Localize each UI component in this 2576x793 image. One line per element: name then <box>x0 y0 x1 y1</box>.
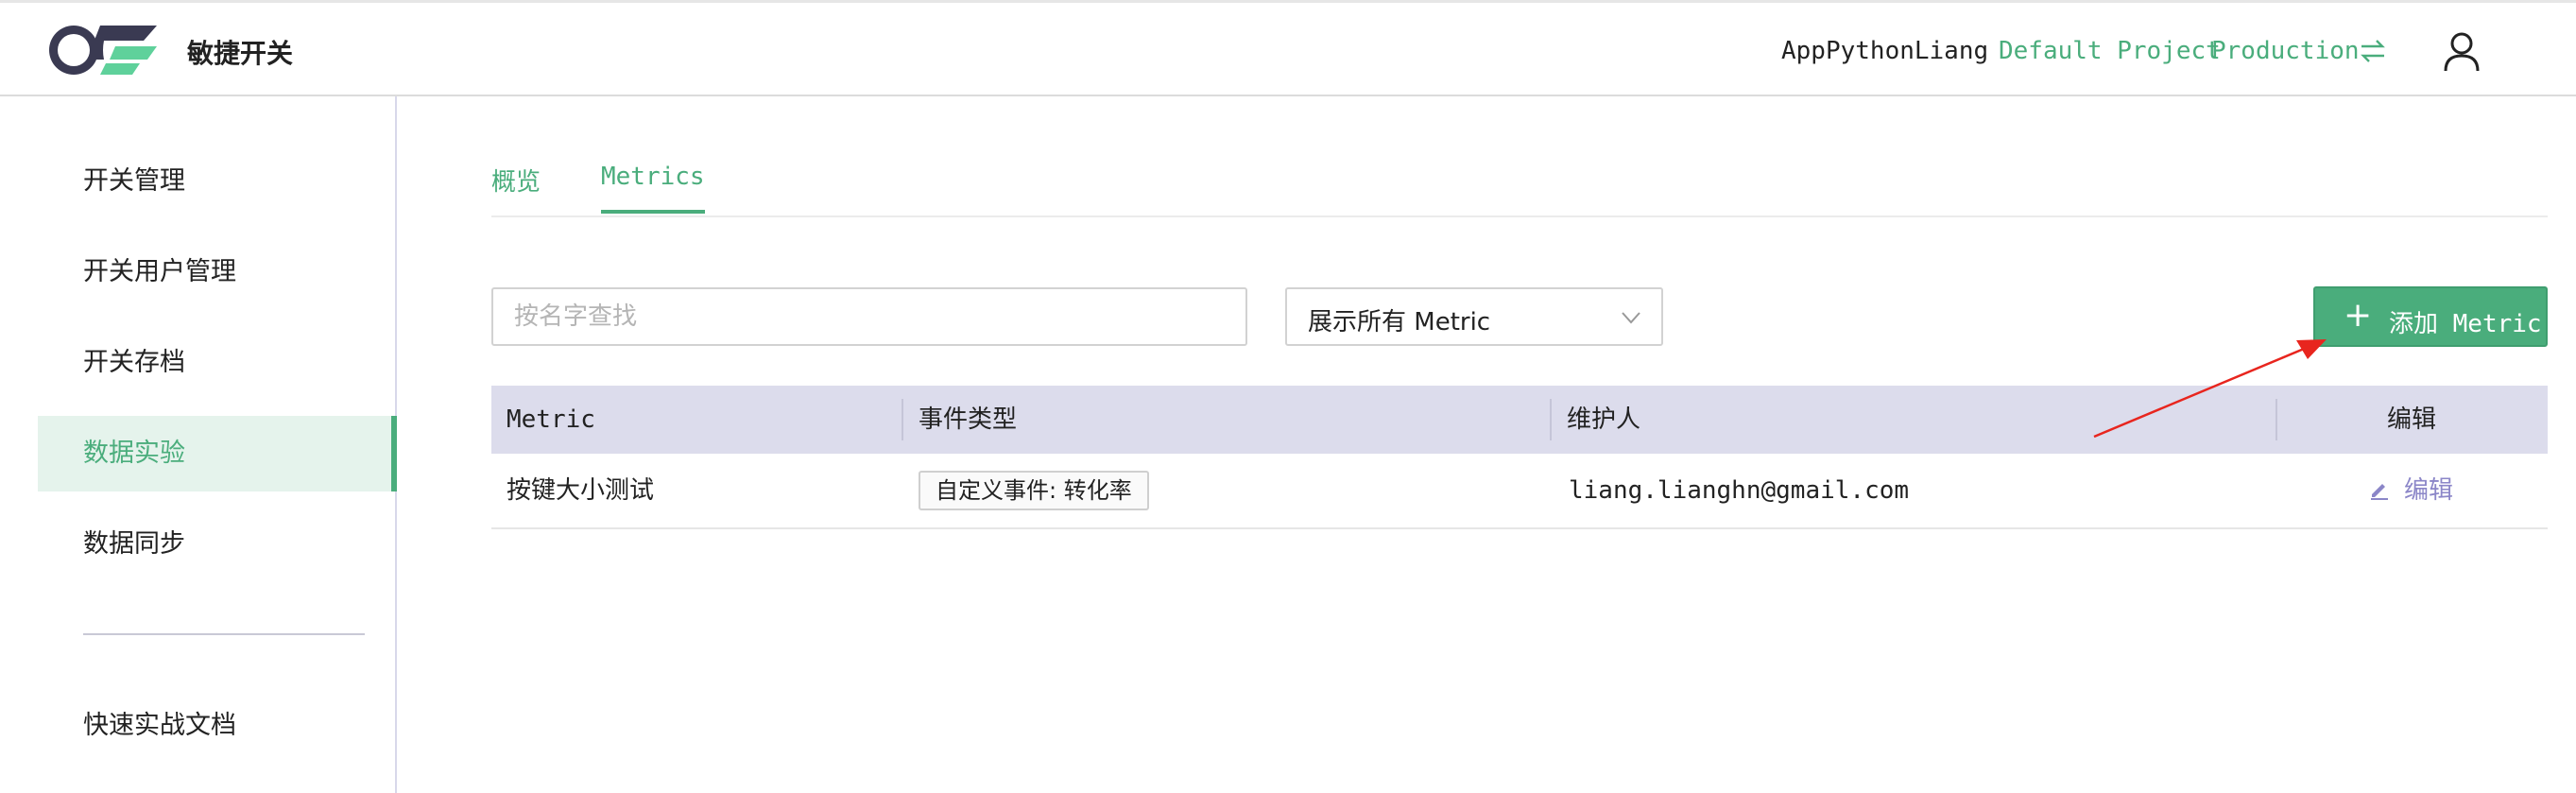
select-value: 展示所有 Metric <box>1308 308 1491 336</box>
brand-name: 敏捷开关 <box>187 38 294 69</box>
annotation-arrow-icon <box>2093 339 2327 439</box>
page: 敏捷开关 AppPythonLiang Default Project Prod… <box>0 0 2576 793</box>
column-separator <box>1550 399 1552 440</box>
top-header: 敏捷开关 AppPythonLiang Default Project Prod… <box>0 0 2576 96</box>
sidebar-item-switch-user-management[interactable]: 开关用户管理 <box>38 234 397 310</box>
sidebar-divider <box>83 633 365 635</box>
environment-selector[interactable]: Production <box>2211 37 2360 65</box>
search-input[interactable] <box>491 287 1247 346</box>
tab-metrics[interactable]: Metrics <box>601 163 705 214</box>
table-row: 按键大小测试 自定义事件: 转化率 liang.lianghn@gmail.co… <box>491 454 2548 529</box>
project-selector[interactable]: Default Project <box>1999 37 2221 65</box>
sidebar-item-data-experiment[interactable]: 数据实验 <box>38 416 397 491</box>
pencil-icon <box>2371 484 2388 500</box>
edit-button[interactable]: 编辑 <box>2368 454 2453 527</box>
event-type-tag: 自定义事件: 转化率 <box>919 471 1149 510</box>
sidebar-item-switch-archive[interactable]: 开关存档 <box>38 325 397 401</box>
user-icon[interactable] <box>2443 31 2481 73</box>
sidebar-item-data-sync[interactable]: 数据同步 <box>38 507 397 582</box>
tab-bar: 概览 Metrics <box>491 142 2548 217</box>
column-header-maintainer: 维护人 <box>1567 405 1641 434</box>
sidebar: 开关管理 开关用户管理 开关存档 数据实验 数据同步 快速实战文档 <box>0 96 397 793</box>
logo-icon[interactable] <box>45 22 166 78</box>
tab-overview[interactable]: 概览 <box>491 163 541 216</box>
chevron-down-icon <box>1622 312 1640 324</box>
column-header-event-type: 事件类型 <box>919 405 1018 434</box>
metric-filter-select[interactable]: 展示所有 Metric <box>1285 287 1663 346</box>
column-header-edit: 编辑 <box>2387 405 2437 434</box>
maintainer-email: liang.lianghn@gmail.com <box>1569 476 1910 505</box>
metric-name: 按键大小测试 <box>507 476 655 505</box>
edit-label: 编辑 <box>2404 476 2454 505</box>
plus-icon: + <box>2344 296 2373 335</box>
swap-arrows-icon[interactable] <box>2359 37 2387 65</box>
add-metric-button[interactable]: + 添加 Metric <box>2313 286 2548 347</box>
add-metric-label: 添加 Metric <box>2389 310 2542 338</box>
account-selector[interactable]: AppPythonLiang <box>1781 37 1988 65</box>
sidebar-item-quickstart-docs[interactable]: 快速实战文档 <box>38 688 397 764</box>
sidebar-item-switch-management[interactable]: 开关管理 <box>38 144 397 219</box>
column-separator <box>902 399 903 440</box>
column-header-metric: Metric <box>507 405 595 434</box>
